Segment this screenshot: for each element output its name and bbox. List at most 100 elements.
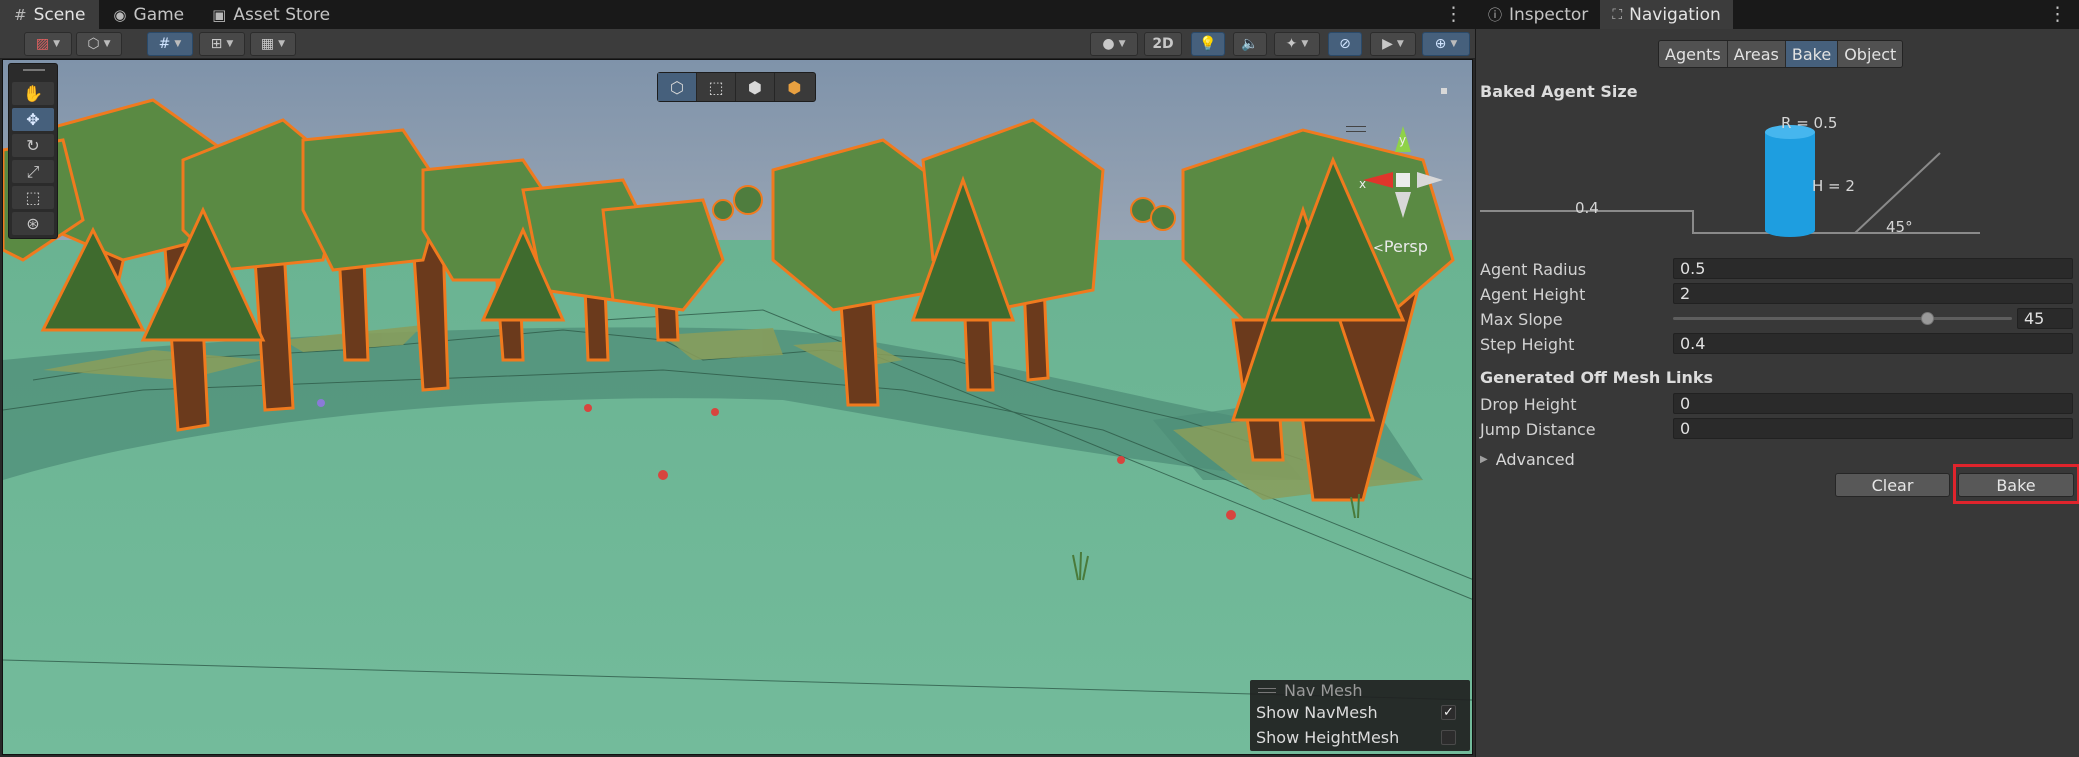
drop-height-field[interactable]: 0 <box>1673 393 2073 414</box>
tab-game[interactable]: ◉ Game <box>99 0 198 29</box>
chevron-down-icon: ▼ <box>1118 39 1126 49</box>
tab-game-label: Game <box>133 4 185 25</box>
step-height-label: Step Height <box>1480 335 1575 354</box>
audio-toggle[interactable]: 🔈 <box>1233 32 1267 56</box>
max-slope-field[interactable]: 45 <box>2017 308 2073 329</box>
max-slope-slider-handle[interactable] <box>1921 312 1935 325</box>
agent-cylinder <box>1765 125 1815 237</box>
lighting-toggle[interactable]: 💡 <box>1191 32 1225 56</box>
grid-icon: ▦ <box>260 36 275 52</box>
navmesh-overlay-title-text: Nav Mesh <box>1284 680 1363 700</box>
tab-navigation-label: Navigation <box>1629 4 1721 25</box>
effects-dropdown[interactable]: ✦ ▼ <box>1274 32 1320 56</box>
step-height-row: Step Height 0.4 <box>1480 333 2076 355</box>
panel-more-menu-icon[interactable]: ⋮ <box>2048 3 2067 25</box>
chevron-down-icon: ▼ <box>174 39 182 49</box>
navigation-icon: ⛶ <box>1612 6 1623 23</box>
rect-tool-icon[interactable]: ⬚ <box>12 186 54 209</box>
chevron-down-icon: ▼ <box>1301 39 1309 49</box>
hidden-objects-toggle[interactable]: ⊘ <box>1328 32 1362 56</box>
tab-areas[interactable]: Areas <box>1727 41 1786 67</box>
tab-asset-store[interactable]: ▣ Asset Store <box>198 0 344 29</box>
tab-object[interactable]: Object <box>1838 41 1903 67</box>
speaker-icon: 🔈 <box>1241 36 1259 52</box>
agent-height-field[interactable]: 2 <box>1673 283 2073 304</box>
shading-mode-dropdown[interactable]: ● ▼ <box>1090 32 1138 56</box>
scene-panel: # Scene ◉ Game ▣ Asset Store ⋮ ▨ ▼ ⬡ ▼ # ▼ <box>0 0 1475 757</box>
chevron-down-icon: ▼ <box>1450 39 1458 49</box>
cube-outline-icon[interactable]: ⬡ <box>658 73 697 101</box>
scene-more-menu-icon[interactable]: ⋮ <box>1444 3 1463 25</box>
lightbulb-icon: 💡 <box>1199 36 1217 52</box>
show-navmesh-checkbox[interactable]: ✓ <box>1441 705 1456 720</box>
grid-snap-icon: # <box>158 36 171 52</box>
chevron-down-icon: ▼ <box>1396 39 1404 49</box>
jump-distance-row: Jump Distance 0 <box>1480 418 2076 440</box>
grid-visibility-dropdown[interactable]: ▦ ▼ <box>250 32 296 56</box>
chevron-down-icon: ▼ <box>226 39 234 49</box>
max-slope-label: Max Slope <box>1480 310 1563 329</box>
scene-viewport[interactable]: x y <Persp <box>2 59 1473 755</box>
effects-icon: ✦ <box>1285 36 1298 52</box>
chevron-right-icon: ▶ <box>1480 454 1488 465</box>
toggle-2d-button[interactable]: 2D <box>1144 32 1182 56</box>
chevron-down-icon: ▼ <box>103 39 111 49</box>
grip-icon[interactable] <box>23 69 45 71</box>
rotate-tool-icon[interactable]: ↻ <box>12 134 54 157</box>
max-slope-slider-track[interactable] <box>1673 317 2012 320</box>
step-height-field[interactable]: 0.4 <box>1673 333 2073 354</box>
off-mesh-links-heading: Generated Off Mesh Links <box>1480 368 1714 387</box>
chevron-down-icon: ▼ <box>53 39 61 49</box>
view-mode-buttons: ⬡ ⬚ ⬢ ⬢ <box>657 72 816 102</box>
camera-dropdown[interactable]: ▶ ▼ <box>1370 32 1416 56</box>
drop-height-row: Drop Height 0 <box>1480 393 2076 415</box>
agent-diagram-svg <box>1480 125 1980 237</box>
bag-icon: ▣ <box>212 5 227 24</box>
cube-wire-icon[interactable]: ⬢ <box>736 73 775 101</box>
grid-snapping-toggle[interactable]: # ▼ <box>147 32 193 56</box>
scene-toolbar: ▨ ▼ ⬡ ▼ # ▼ ⊞ ▼ ▦ ▼ ● ▼ 2D 💡 🔈 ✦ ▼ ⊘ ▶ ▼… <box>0 29 1475 59</box>
jump-distance-field[interactable]: 0 <box>1673 418 2073 439</box>
show-heightmesh-checkbox[interactable] <box>1441 730 1456 745</box>
show-heightmesh-label: Show HeightMesh <box>1256 728 1400 747</box>
hand-tool-icon[interactable]: ✋ <box>12 82 54 105</box>
navmesh-overlay-title[interactable]: Nav Mesh <box>1250 680 1470 700</box>
gizmo-menu-icon[interactable] <box>1346 126 1366 132</box>
increment-snapping-dropdown[interactable]: ⊞ ▼ <box>199 32 245 56</box>
cube-solid-icon[interactable]: ⬢ <box>775 73 814 101</box>
advanced-foldout[interactable]: ▶ Advanced <box>1480 450 1575 469</box>
tab-asset-store-label: Asset Store <box>233 4 331 25</box>
tab-bake[interactable]: Bake <box>1785 41 1839 67</box>
grid-icon: # <box>14 5 27 24</box>
agent-radius-field[interactable]: 0.5 <box>1673 258 2073 279</box>
agent-height-label: Agent Height <box>1480 285 1586 304</box>
chevron-left-icon: < <box>1373 241 1384 256</box>
tab-navigation[interactable]: ⛶ Navigation <box>1600 0 1733 29</box>
gizmo-axis-x-label: x <box>1359 177 1367 191</box>
advanced-label: Advanced <box>1495 450 1575 469</box>
gizmo-persp-text: Persp <box>1383 237 1428 256</box>
render-mode-dropdown[interactable]: ⬡ ▼ <box>76 32 122 56</box>
move-tool-icon[interactable]: ✥ <box>12 108 54 131</box>
agent-radius-label: Agent Radius <box>1480 260 1587 279</box>
agent-height-diagram-label: H = 2 <box>1812 177 1855 195</box>
scale-tool-icon[interactable]: ⤢ <box>12 160 54 183</box>
max-slope-diagram-label: 45° <box>1886 218 1913 236</box>
agent-height-row: Agent Height 2 <box>1480 283 2076 305</box>
clear-button[interactable]: Clear <box>1835 473 1950 497</box>
tab-agents[interactable]: Agents <box>1659 41 1728 67</box>
step-height-diagram-label: 0.4 <box>1575 199 1599 217</box>
gizmo-persp-label[interactable]: <Persp <box>1373 237 1428 256</box>
info-icon: ⓘ <box>1488 7 1502 24</box>
rect-select-icon[interactable]: ⬚ <box>697 73 736 101</box>
agent-radius-row: Agent Radius 0.5 <box>1480 258 2076 280</box>
tab-inspector[interactable]: ⓘ Inspector <box>1476 0 1600 29</box>
transform-tool-icon[interactable]: ⊛ <box>12 212 54 235</box>
gizmo-axis-y-label: y <box>1399 133 1407 147</box>
gizmos-dropdown[interactable]: ⊕ ▼ <box>1422 32 1470 56</box>
gamepad-icon: ◉ <box>113 5 127 24</box>
tab-inspector-label: Inspector <box>1509 4 1589 25</box>
tab-scene-label: Scene <box>33 4 86 25</box>
tab-scene[interactable]: # Scene <box>0 0 100 29</box>
draw-mode-dropdown[interactable]: ▨ ▼ <box>24 32 72 56</box>
